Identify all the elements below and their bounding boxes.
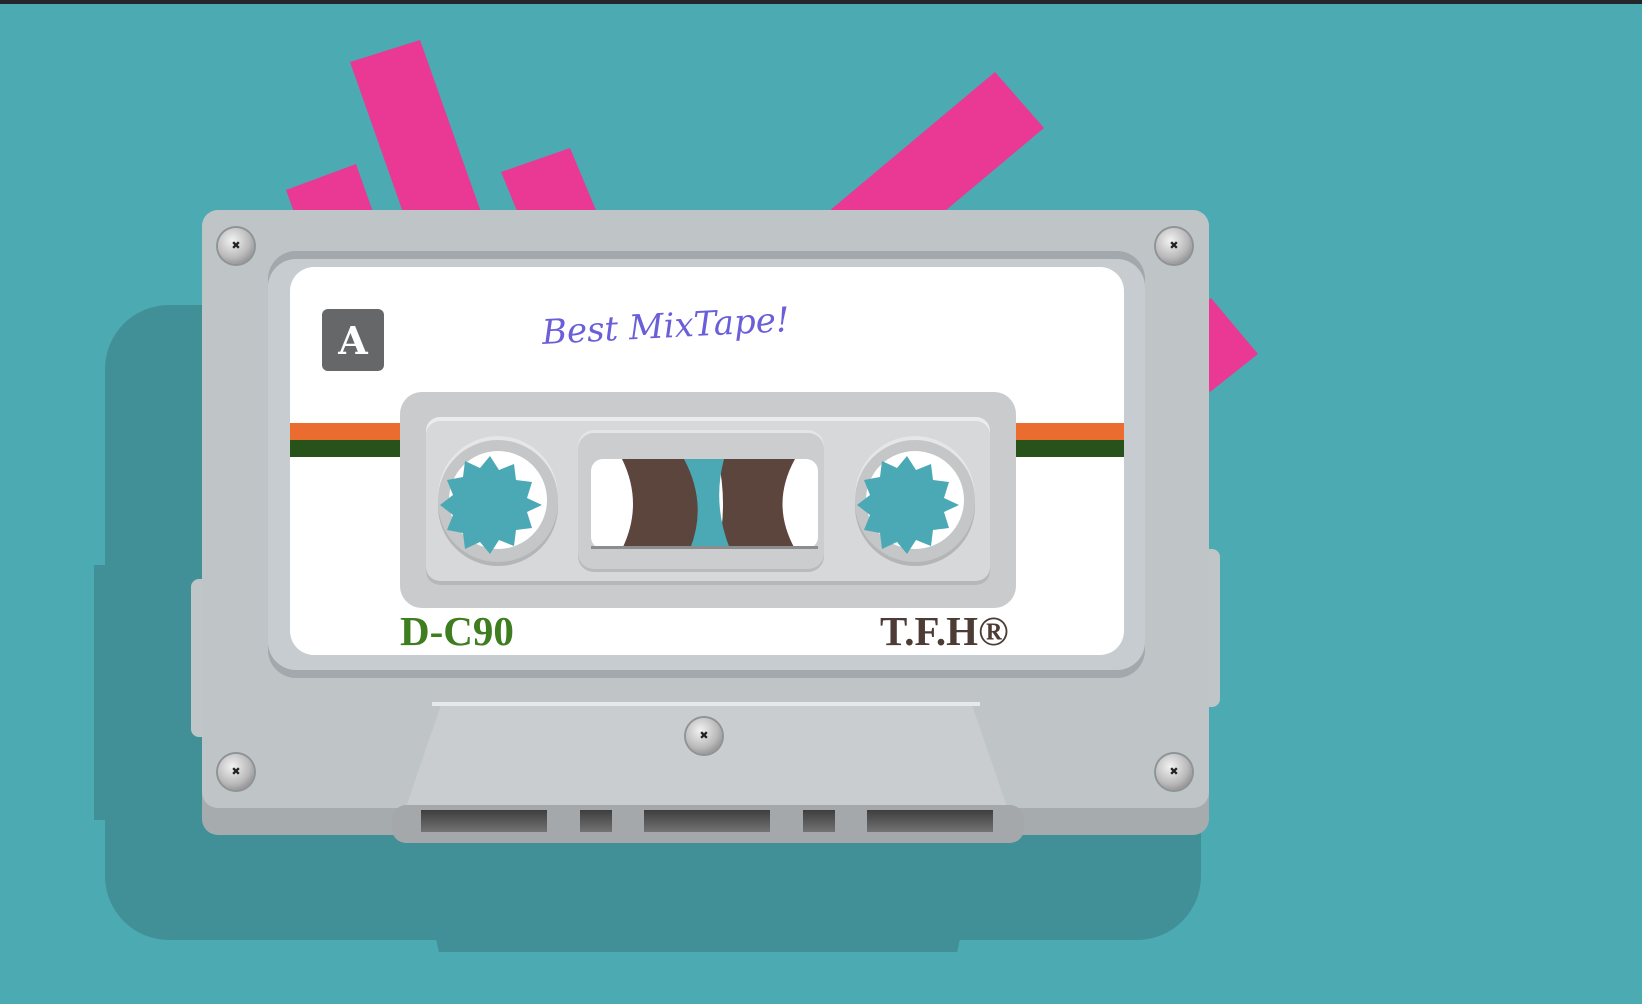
bottom-slot bbox=[644, 810, 770, 832]
bottom-slot bbox=[580, 810, 612, 832]
screw-icon bbox=[218, 754, 254, 790]
screw-icon bbox=[1156, 228, 1192, 264]
bottom-plate-edge bbox=[432, 702, 980, 706]
bottom-slot bbox=[421, 810, 547, 832]
reel-gear-icon bbox=[440, 456, 542, 554]
bottom-slot bbox=[803, 810, 835, 832]
screw-icon bbox=[686, 718, 722, 754]
bottom-slot bbox=[867, 810, 993, 832]
screw-icon bbox=[218, 228, 254, 264]
reel-gear-icon bbox=[857, 456, 959, 554]
reel-gears bbox=[440, 456, 959, 554]
screw-icon bbox=[1156, 754, 1192, 790]
